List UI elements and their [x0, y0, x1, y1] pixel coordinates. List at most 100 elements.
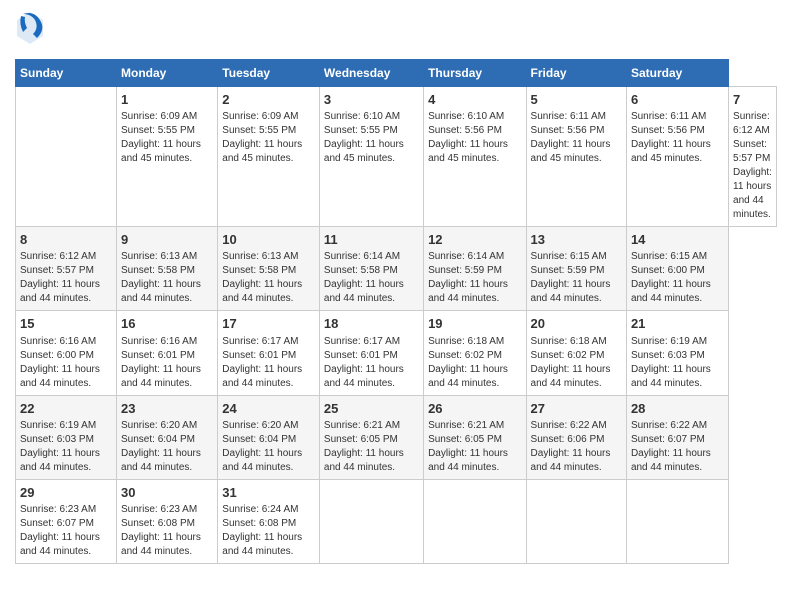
- sunrise-text: Sunrise: 6:14 AM: [428, 251, 504, 262]
- sunrise-text: Sunrise: 6:16 AM: [121, 336, 197, 347]
- sunset-text: Sunset: 5:56 PM: [428, 125, 502, 136]
- sunrise-text: Sunrise: 6:18 AM: [531, 336, 607, 347]
- sunset-text: Sunset: 6:01 PM: [222, 350, 296, 361]
- day-number: 8: [20, 231, 112, 249]
- day-number: 17: [222, 315, 315, 333]
- daylight-text: Daylight: 11 hours and 44 minutes.: [20, 448, 100, 473]
- day-header-monday: Monday: [117, 60, 218, 87]
- daylight-text: Daylight: 11 hours and 44 minutes.: [733, 167, 772, 220]
- calendar-week-row: 8Sunrise: 6:12 AMSunset: 5:57 PMDaylight…: [16, 227, 777, 311]
- daylight-text: Daylight: 11 hours and 44 minutes.: [20, 364, 100, 389]
- day-number: 4: [428, 91, 521, 109]
- calendar-cell: 15Sunrise: 6:16 AMSunset: 6:00 PMDayligh…: [16, 311, 117, 395]
- sunset-text: Sunset: 6:08 PM: [222, 518, 296, 529]
- daylight-text: Daylight: 11 hours and 44 minutes.: [631, 364, 711, 389]
- day-number: 23: [121, 400, 213, 418]
- daylight-text: Daylight: 11 hours and 45 minutes.: [631, 139, 711, 164]
- sunrise-text: Sunrise: 6:24 AM: [222, 504, 298, 515]
- daylight-text: Daylight: 11 hours and 45 minutes.: [222, 139, 302, 164]
- daylight-text: Daylight: 11 hours and 44 minutes.: [20, 532, 100, 557]
- calendar-cell: [526, 479, 626, 563]
- sunset-text: Sunset: 5:59 PM: [428, 265, 502, 276]
- sunrise-text: Sunrise: 6:15 AM: [631, 251, 707, 262]
- daylight-text: Daylight: 11 hours and 44 minutes.: [121, 532, 201, 557]
- sunrise-text: Sunrise: 6:20 AM: [121, 420, 197, 431]
- sunrise-text: Sunrise: 6:12 AM: [733, 111, 770, 136]
- sunset-text: Sunset: 6:07 PM: [20, 518, 94, 529]
- calendar-cell: [626, 479, 728, 563]
- calendar-header-row: SundayMondayTuesdayWednesdayThursdayFrid…: [16, 60, 777, 87]
- calendar-cell: [319, 479, 423, 563]
- sunrise-text: Sunrise: 6:21 AM: [428, 420, 504, 431]
- daylight-text: Daylight: 11 hours and 44 minutes.: [631, 448, 711, 473]
- sunrise-text: Sunrise: 6:23 AM: [121, 504, 197, 515]
- sunrise-text: Sunrise: 6:17 AM: [324, 336, 400, 347]
- daylight-text: Daylight: 11 hours and 44 minutes.: [428, 279, 508, 304]
- sunrise-text: Sunrise: 6:21 AM: [324, 420, 400, 431]
- calendar-cell: 22Sunrise: 6:19 AMSunset: 6:03 PMDayligh…: [16, 395, 117, 479]
- sunset-text: Sunset: 6:03 PM: [631, 350, 705, 361]
- daylight-text: Daylight: 11 hours and 44 minutes.: [531, 448, 611, 473]
- calendar-cell: 7 Sunrise: 6:12 AM Sunset: 5:57 PM Daylight…: [729, 87, 777, 227]
- calendar-cell: 13Sunrise: 6:15 AMSunset: 5:59 PMDayligh…: [526, 227, 626, 311]
- sunrise-text: Sunrise: 6:14 AM: [324, 251, 400, 262]
- calendar-cell: 5Sunrise: 6:11 AMSunset: 5:56 PMDaylight…: [526, 87, 626, 227]
- sunset-text: Sunset: 6:04 PM: [121, 434, 195, 445]
- day-number: 16: [121, 315, 213, 333]
- calendar-cell: 18Sunrise: 6:17 AMSunset: 6:01 PMDayligh…: [319, 311, 423, 395]
- sunset-text: Sunset: 6:01 PM: [121, 350, 195, 361]
- sunset-text: Sunset: 6:00 PM: [631, 265, 705, 276]
- sunset-text: Sunset: 5:57 PM: [733, 139, 770, 164]
- day-number: 6: [631, 91, 724, 109]
- day-number: 25: [324, 400, 419, 418]
- sunrise-text: Sunrise: 6:17 AM: [222, 336, 298, 347]
- day-number: 3: [324, 91, 419, 109]
- sunset-text: Sunset: 5:55 PM: [324, 125, 398, 136]
- sunrise-text: Sunrise: 6:19 AM: [20, 420, 96, 431]
- page-header: [15, 10, 777, 51]
- logo: [15, 10, 49, 51]
- sunset-text: Sunset: 6:05 PM: [428, 434, 502, 445]
- daylight-text: Daylight: 11 hours and 44 minutes.: [324, 364, 404, 389]
- day-header-friday: Friday: [526, 60, 626, 87]
- day-number: 7: [733, 91, 772, 109]
- day-number: 29: [20, 484, 112, 502]
- daylight-text: Daylight: 11 hours and 44 minutes.: [531, 364, 611, 389]
- sunrise-text: Sunrise: 6:18 AM: [428, 336, 504, 347]
- sunset-text: Sunset: 6:03 PM: [20, 434, 94, 445]
- day-number: 15: [20, 315, 112, 333]
- calendar-cell: 1Sunrise: 6:09 AMSunset: 5:55 PMDaylight…: [117, 87, 218, 227]
- daylight-text: Daylight: 11 hours and 45 minutes.: [324, 139, 404, 164]
- sunset-text: Sunset: 5:55 PM: [121, 125, 195, 136]
- day-header-tuesday: Tuesday: [218, 60, 320, 87]
- sunset-text: Sunset: 6:01 PM: [324, 350, 398, 361]
- calendar-cell: 9Sunrise: 6:13 AMSunset: 5:58 PMDaylight…: [117, 227, 218, 311]
- day-number: 28: [631, 400, 724, 418]
- sunrise-text: Sunrise: 6:16 AM: [20, 336, 96, 347]
- sunrise-text: Sunrise: 6:19 AM: [631, 336, 707, 347]
- calendar-cell: 31Sunrise: 6:24 AMSunset: 6:08 PMDayligh…: [218, 479, 320, 563]
- day-number: 30: [121, 484, 213, 502]
- calendar-cell: 30Sunrise: 6:23 AMSunset: 6:08 PMDayligh…: [117, 479, 218, 563]
- calendar-cell: 6Sunrise: 6:11 AMSunset: 5:56 PMDaylight…: [626, 87, 728, 227]
- day-number: 27: [531, 400, 622, 418]
- daylight-text: Daylight: 11 hours and 44 minutes.: [121, 279, 201, 304]
- day-number: 19: [428, 315, 521, 333]
- calendar-cell: 4Sunrise: 6:10 AMSunset: 5:56 PMDaylight…: [424, 87, 526, 227]
- sunrise-text: Sunrise: 6:13 AM: [121, 251, 197, 262]
- sunset-text: Sunset: 5:59 PM: [531, 265, 605, 276]
- day-header-saturday: Saturday: [626, 60, 728, 87]
- calendar-cell: 28Sunrise: 6:22 AMSunset: 6:07 PMDayligh…: [626, 395, 728, 479]
- daylight-text: Daylight: 11 hours and 45 minutes.: [121, 139, 201, 164]
- sunrise-text: Sunrise: 6:09 AM: [121, 111, 197, 122]
- day-number: 10: [222, 231, 315, 249]
- daylight-text: Daylight: 11 hours and 44 minutes.: [531, 279, 611, 304]
- calendar-cell: 27Sunrise: 6:22 AMSunset: 6:06 PMDayligh…: [526, 395, 626, 479]
- calendar-table: SundayMondayTuesdayWednesdayThursdayFrid…: [15, 59, 777, 564]
- calendar-week-row: 1Sunrise: 6:09 AMSunset: 5:55 PMDaylight…: [16, 87, 777, 227]
- calendar-cell: [424, 479, 526, 563]
- calendar-cell: 29Sunrise: 6:23 AMSunset: 6:07 PMDayligh…: [16, 479, 117, 563]
- daylight-text: Daylight: 11 hours and 44 minutes.: [428, 448, 508, 473]
- calendar-cell: 3Sunrise: 6:10 AMSunset: 5:55 PMDaylight…: [319, 87, 423, 227]
- sunset-text: Sunset: 6:02 PM: [531, 350, 605, 361]
